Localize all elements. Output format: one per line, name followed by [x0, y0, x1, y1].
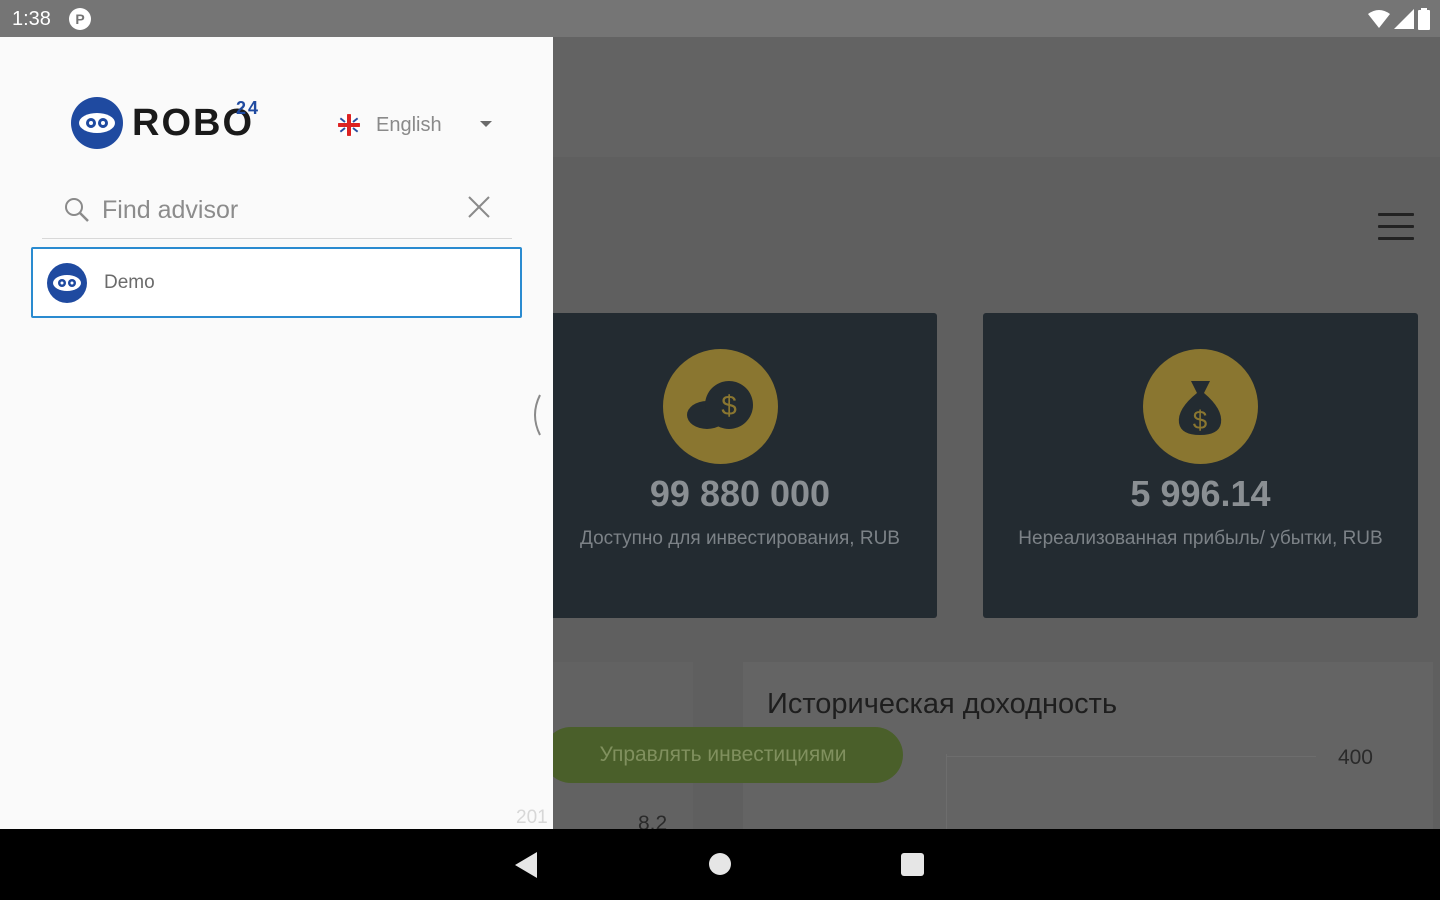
collapse-drawer-icon[interactable]	[526, 393, 546, 437]
home-icon[interactable]	[709, 853, 731, 875]
status-bar: 1:38 P	[0, 0, 1440, 37]
history-axis	[946, 754, 947, 829]
recents-icon[interactable]	[901, 853, 924, 876]
history-title: Историческая доходность	[767, 688, 1118, 720]
unrealized-pnl-label: Нереализованная прибыль/ убытки, RUB	[1018, 528, 1383, 549]
search-icon	[65, 198, 89, 222]
footer-text: 201	[516, 807, 548, 828]
advisor-name: Demo	[104, 271, 155, 293]
app-header-band	[553, 37, 1440, 157]
svg-text:$: $	[1193, 405, 1208, 435]
advisor-search	[42, 187, 512, 239]
uk-flag-icon	[338, 114, 360, 136]
coins-dollar-icon: $	[663, 349, 778, 464]
close-icon[interactable]	[466, 194, 492, 220]
history-gridline	[946, 756, 1316, 757]
svg-text:$: $	[721, 390, 737, 421]
unrealized-pnl-value: 5 996.14	[1130, 473, 1271, 514]
back-icon[interactable]	[515, 852, 537, 878]
unrealized-pnl-card: $ 5 996.14 Нереализованная прибыль/ убыт…	[983, 313, 1418, 618]
logo-superscript: 24	[235, 97, 260, 118]
background-app: $ 99 880 000 Доступно для инвестирования…	[553, 37, 1440, 829]
navigation-bar	[0, 829, 1440, 900]
logo-text: ROBO 24	[132, 97, 260, 144]
history-tick-label: 400	[1337, 746, 1373, 769]
menu-icon[interactable]	[1378, 213, 1414, 241]
status-time: 1:38	[12, 8, 51, 30]
wifi-icon	[1368, 10, 1390, 28]
eye-logo-icon	[71, 97, 123, 149]
available-funds-card: $ 99 880 000 Доступно для инвестирования…	[553, 313, 937, 618]
battery-icon	[1418, 8, 1430, 30]
eye-logo-icon	[47, 262, 87, 303]
available-funds-label: Доступно для инвестирования, RUB	[580, 528, 900, 549]
advisor-item-demo[interactable]: Demo	[31, 247, 522, 318]
system-icons	[1368, 7, 1430, 31]
available-funds-value: 99 880 000	[649, 473, 831, 514]
language-selector[interactable]: English	[338, 111, 498, 139]
language-label: English	[376, 113, 442, 136]
p-icon: P	[69, 8, 91, 30]
signal-icon	[1394, 9, 1414, 29]
chart-tick-label: 8.2	[638, 812, 668, 829]
advisor-drawer: ROBO24 English Demo	[0, 37, 553, 829]
money-bag-icon: $	[1143, 349, 1258, 464]
search-input[interactable]	[102, 193, 462, 227]
chevron-down-icon	[480, 121, 492, 127]
manage-investments-button[interactable]: Управлять инвестициями	[553, 727, 903, 783]
app-logo: ROBO 24	[70, 96, 260, 150]
